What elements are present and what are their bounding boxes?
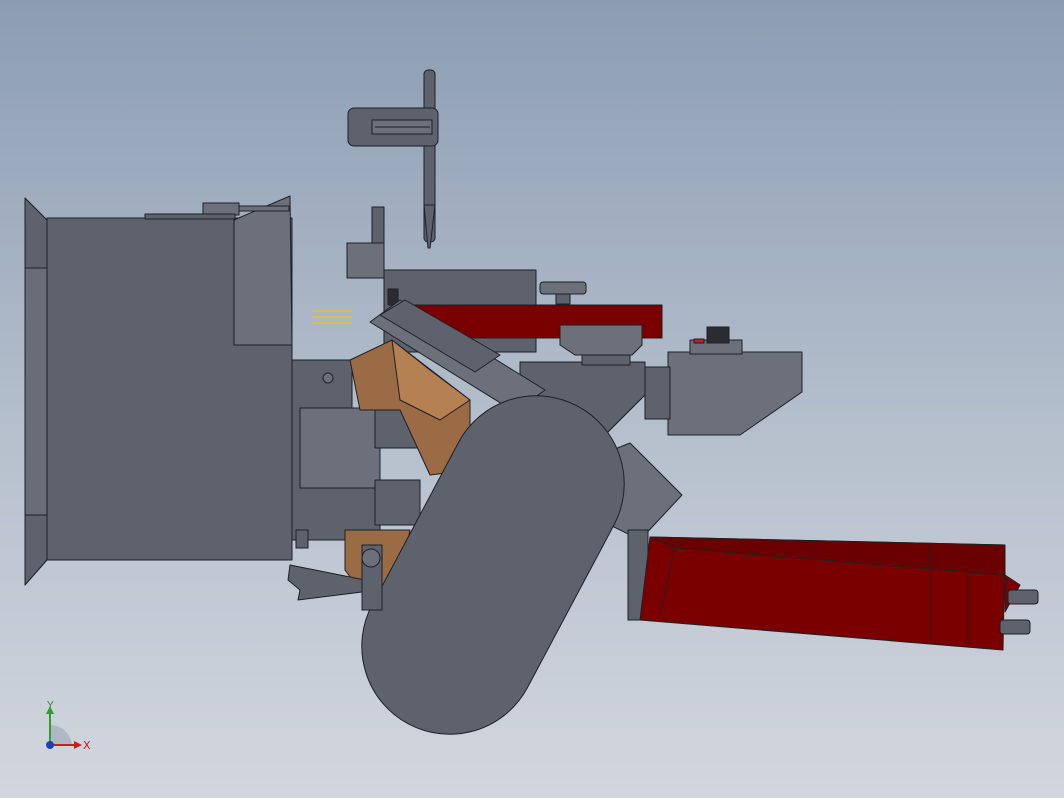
side-cover-panel [233, 195, 293, 346]
bracket-clamp [559, 324, 643, 356]
top-clamp-block [202, 202, 240, 216]
y-axis-label: Y [46, 699, 54, 712]
coordinate-triad: Y X [46, 699, 91, 752]
motor-connector-top [1007, 589, 1039, 605]
right-housing [644, 326, 803, 436]
motor-connector-bottom [999, 619, 1031, 635]
left-housing [24, 195, 293, 586]
clamp-foot [581, 354, 631, 366]
red-indicator [693, 338, 705, 344]
z-axis-dot [46, 741, 54, 749]
hex-nut-icon [361, 548, 381, 568]
red-motor-box [639, 536, 1039, 651]
center-slot-lower [374, 479, 421, 526]
right-housing-body [667, 351, 803, 436]
left-flange-plate [24, 267, 48, 516]
wiring-detail [312, 310, 352, 324]
top-clamp-rod [238, 205, 290, 212]
bracket-knob-base [539, 281, 587, 295]
adjustment-rod-assembly [347, 69, 439, 249]
cad-viewport[interactable]: Y X [0, 0, 1064, 798]
mount-plate [346, 242, 385, 279]
center-detail-block [299, 407, 381, 489]
x-axis-label: X [83, 739, 91, 752]
triad-sphere [50, 724, 72, 745]
small-cap [295, 529, 309, 549]
x-axis-arrow [74, 741, 82, 749]
left-flange-top [24, 197, 48, 269]
machine-assembly-model[interactable]: Y X [0, 0, 1064, 798]
right-housing-neck [644, 366, 671, 420]
left-flange-bottom [24, 514, 48, 586]
small-bolt-icon [322, 372, 334, 384]
knob [706, 326, 730, 344]
bracket-knob-stem [555, 293, 571, 305]
top-rail [144, 213, 236, 220]
